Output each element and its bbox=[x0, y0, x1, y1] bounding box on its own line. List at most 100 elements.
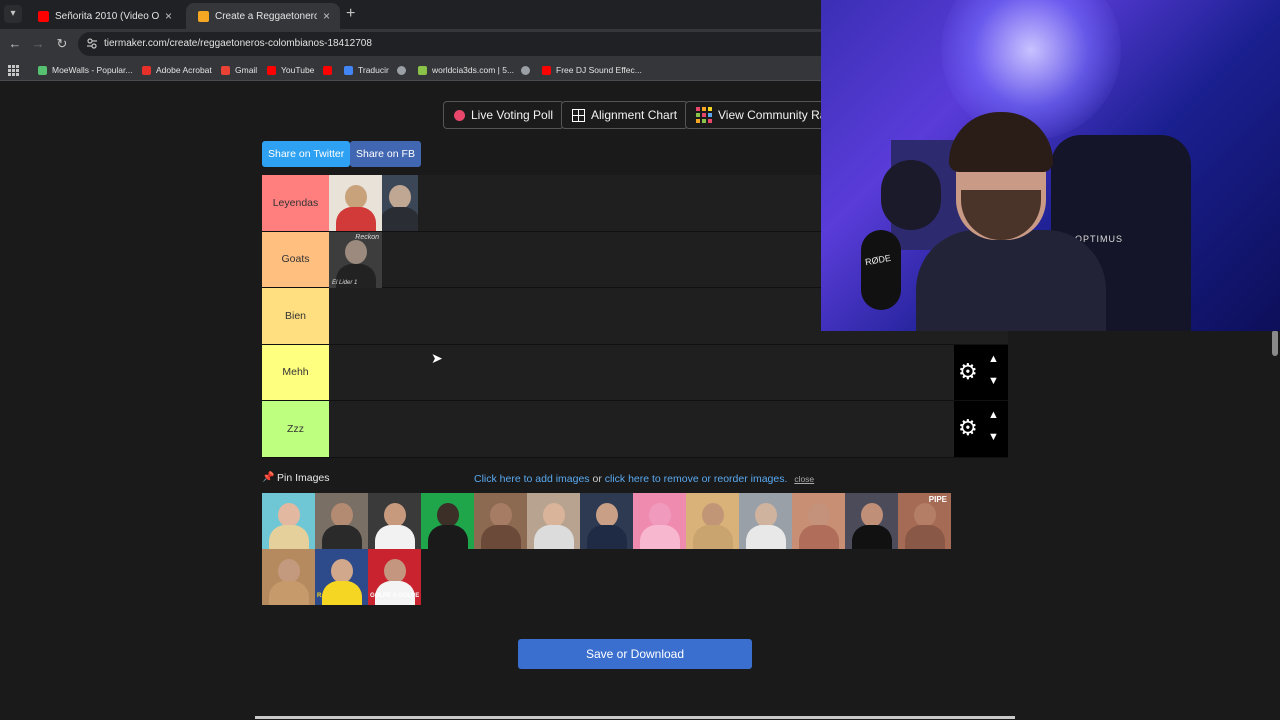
avatar-body bbox=[692, 525, 733, 549]
gear-icon[interactable]: ⚙ bbox=[958, 417, 978, 439]
pool-image[interactable] bbox=[845, 493, 898, 549]
save-download-button[interactable]: Save or Download bbox=[518, 639, 752, 669]
bookmark-label: MoeWalls - Popular... bbox=[52, 65, 133, 75]
tier-image[interactable]: Reckon El Lider 1 bbox=[329, 231, 382, 288]
tier-items bbox=[329, 175, 418, 231]
move-down-icon[interactable]: ▼ bbox=[988, 375, 999, 387]
apps-grid-icon[interactable] bbox=[8, 63, 19, 77]
image-caption: RANDY Y TOBY bbox=[317, 593, 362, 599]
close-icon[interactable]: × bbox=[165, 9, 172, 23]
bookmark-moewalls[interactable]: MoeWalls - Popular... bbox=[38, 63, 132, 77]
community-rank-button[interactable]: View Community Rank bbox=[685, 101, 821, 129]
alignment-chart-button[interactable]: Alignment Chart bbox=[561, 101, 689, 129]
acrobat-icon bbox=[142, 65, 151, 75]
bookmark-globe-2[interactable] bbox=[521, 63, 535, 77]
avatar bbox=[754, 503, 777, 527]
button-label: Live Voting Poll bbox=[471, 108, 554, 122]
pool-image[interactable] bbox=[580, 493, 633, 549]
pool-image[interactable]: RANDY Y TOBY bbox=[315, 549, 368, 605]
close-icon[interactable]: × bbox=[323, 9, 330, 23]
browser-tab[interactable]: Señorita 2010 (Video Oficial) - × bbox=[26, 3, 182, 29]
avatar bbox=[489, 503, 512, 527]
bookmark-globe[interactable] bbox=[397, 63, 411, 77]
tier-label[interactable]: Goats bbox=[262, 231, 329, 287]
reorder-images-link[interactable]: click here to remove or reorder images. bbox=[605, 473, 788, 485]
tier-image[interactable] bbox=[329, 175, 382, 231]
close-link[interactable]: close bbox=[794, 474, 814, 484]
tier-grid-icon bbox=[696, 107, 712, 123]
avatar bbox=[807, 503, 830, 527]
scrollbar[interactable] bbox=[1272, 330, 1278, 356]
avatar-body bbox=[374, 525, 415, 549]
avatar-body bbox=[904, 525, 945, 549]
pin-images-label[interactable]: Pin Images bbox=[277, 472, 330, 484]
pool-image[interactable] bbox=[527, 493, 580, 549]
avatar bbox=[383, 559, 406, 583]
bookmark-label: YouTube bbox=[281, 65, 315, 75]
tab-search-icon[interactable]: ▾ bbox=[4, 5, 22, 23]
record-icon bbox=[454, 109, 465, 121]
live-voting-button[interactable]: Live Voting Poll bbox=[443, 101, 565, 129]
move-up-icon[interactable]: ▲ bbox=[988, 353, 999, 365]
pool-image[interactable] bbox=[421, 493, 474, 549]
image-pool: PIPE RANDY Y TOBY GOLPE A GOLPE bbox=[262, 493, 1002, 605]
bookmark-youtube[interactable]: YouTube bbox=[267, 63, 314, 77]
avatar-body bbox=[268, 525, 309, 549]
pool-image[interactable] bbox=[262, 549, 315, 605]
image-links: Click here to add images or click here t… bbox=[474, 473, 814, 485]
add-images-link[interactable]: Click here to add images bbox=[474, 473, 590, 485]
avatar-body bbox=[798, 525, 839, 549]
tiermaker-icon bbox=[198, 10, 209, 22]
new-tab-icon[interactable]: + bbox=[346, 5, 355, 23]
bookmark-youtube-2[interactable] bbox=[323, 63, 337, 77]
bookmark-adobe[interactable]: Adobe Acrobat bbox=[142, 63, 212, 77]
bookmark-gmail[interactable]: Gmail bbox=[221, 63, 257, 77]
pool-image[interactable] bbox=[739, 493, 792, 549]
tier-image[interactable] bbox=[382, 175, 418, 231]
pool-image[interactable]: PIPE bbox=[898, 493, 951, 549]
tier-label[interactable]: Mehh bbox=[262, 344, 329, 400]
share-fb-button[interactable]: Share on FB bbox=[350, 141, 421, 167]
back-icon[interactable]: ← bbox=[6, 35, 24, 53]
pool-image[interactable] bbox=[792, 493, 845, 549]
avatar bbox=[595, 503, 618, 527]
bookmark-traducir[interactable]: Traducir bbox=[344, 63, 389, 77]
bookmark-label: Adobe Acrobat bbox=[156, 65, 212, 75]
tier-label[interactable]: Bien bbox=[262, 288, 329, 344]
pool-image[interactable] bbox=[315, 493, 368, 549]
avatar bbox=[542, 503, 565, 527]
share-twitter-button[interactable]: Share on Twitter bbox=[262, 141, 351, 167]
site-info-icon[interactable] bbox=[87, 38, 97, 49]
avatar bbox=[383, 503, 406, 527]
avatar-body bbox=[427, 525, 468, 549]
tier-row-zzz: Zzz ⚙ ▲ ▼ bbox=[262, 401, 1008, 458]
tier-label[interactable]: Leyendas bbox=[262, 175, 329, 231]
pool-image[interactable]: GOLPE A GOLPE bbox=[368, 549, 421, 605]
bookmark-label: worldcia3ds.com | 5... bbox=[432, 65, 515, 75]
pool-image[interactable] bbox=[686, 493, 739, 549]
tier-row-mehh: Mehh ⚙ ▲ ▼ bbox=[262, 344, 1008, 401]
avatar bbox=[389, 185, 411, 209]
address-bar[interactable]: tiermaker.com/create/reggaetoneros-colom… bbox=[78, 32, 838, 56]
pool-image[interactable] bbox=[474, 493, 527, 549]
tier-label[interactable]: Zzz bbox=[262, 401, 329, 457]
forward-icon[interactable]: → bbox=[29, 35, 47, 53]
avatar-body bbox=[533, 525, 574, 549]
reload-icon[interactable]: ↻ bbox=[53, 35, 71, 53]
image-caption: El Lider 1 bbox=[332, 279, 358, 286]
move-down-icon[interactable]: ▼ bbox=[988, 431, 999, 443]
browser-tab-active[interactable]: Create a Reggaetoneros colombi × bbox=[186, 3, 340, 29]
move-up-icon[interactable]: ▲ bbox=[988, 409, 999, 421]
avatar bbox=[913, 503, 936, 527]
tab-title: Señorita 2010 (Video Oficial) - bbox=[55, 10, 159, 22]
gear-icon[interactable]: ⚙ bbox=[958, 360, 978, 383]
bookmark-worldcia[interactable]: worldcia3ds.com | 5... bbox=[418, 63, 514, 77]
avatar-body bbox=[851, 525, 892, 549]
pool-image[interactable] bbox=[633, 493, 686, 549]
avatar-body bbox=[586, 525, 627, 549]
divider bbox=[255, 716, 1015, 719]
pool-image[interactable] bbox=[262, 493, 315, 549]
pool-image[interactable] bbox=[368, 493, 421, 549]
bookmark-dj[interactable]: Free DJ Sound Effec... bbox=[542, 63, 642, 77]
pin-icon[interactable]: 📌 bbox=[262, 472, 274, 483]
